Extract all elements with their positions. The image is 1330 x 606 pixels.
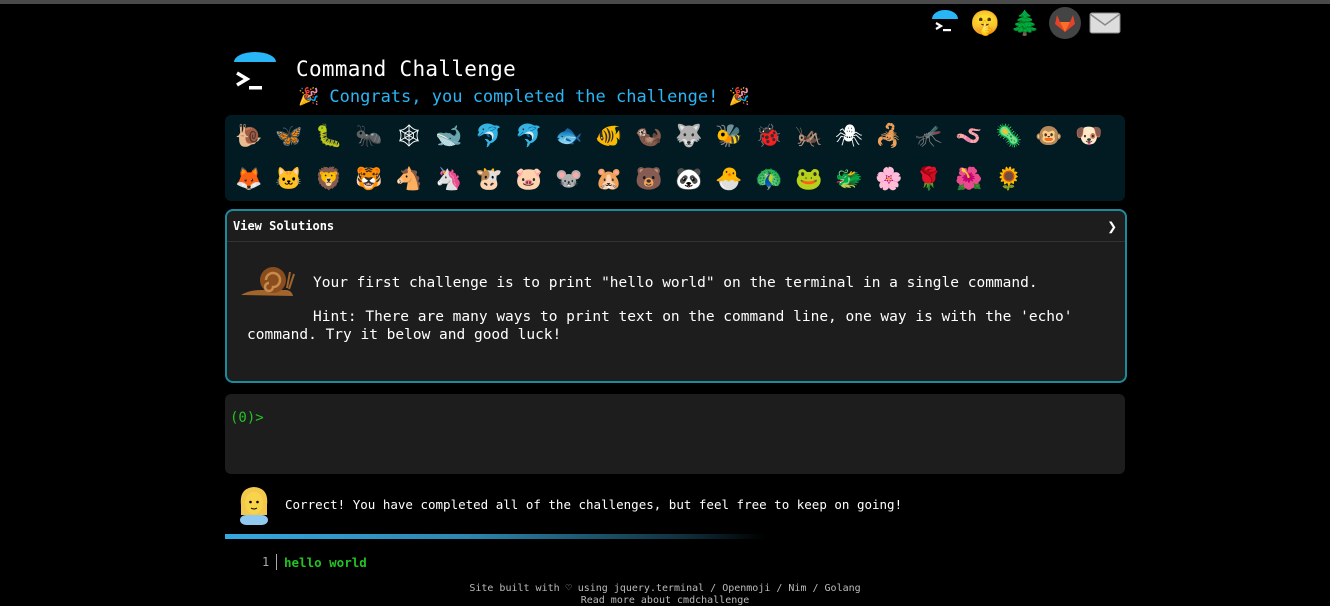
secret-face-icon[interactable]: 🤫	[968, 7, 1002, 39]
history-line-number: 1	[262, 555, 270, 569]
critter-icon[interactable]: 🦄	[429, 160, 469, 198]
critter-icon[interactable]: 🌹	[909, 160, 949, 198]
critter-icon[interactable]: 🐱	[269, 160, 309, 198]
top-border	[0, 0, 1330, 4]
terminal-prompt: (0)>	[230, 410, 264, 426]
critter-icon[interactable]: 🕷	[829, 117, 869, 155]
snail-icon	[239, 263, 295, 299]
critter-icon[interactable]: 🐹	[589, 160, 629, 198]
top-icon-bar: 🤫 🌲	[928, 7, 1122, 39]
critter-icon[interactable]: 🌻	[989, 160, 1029, 198]
critter-row-1: 🐌 🦋 🐛 🐜 🕸 🐋 🐬 🐬 🐟 🐠 🦦 🐺 🐝 🐞 🦗 🕷 🦂 🦟 🪱 🦠 🐵 🐶	[229, 117, 1109, 155]
view-solutions-toggle[interactable]: View Solutions ❯	[227, 211, 1125, 242]
critter-icon[interactable]: 🐶	[1069, 117, 1109, 155]
critter-icon[interactable]: 🐼	[669, 160, 709, 198]
critter-icon[interactable]: 🦗	[789, 117, 829, 155]
terminal[interactable]: (0)>	[225, 394, 1125, 474]
critter-icon[interactable]: 🐬	[509, 117, 549, 155]
terminal-input[interactable]	[265, 408, 1069, 430]
critter-icon[interactable]: 🐭	[549, 160, 589, 198]
critter-icon[interactable]: 🐌	[229, 117, 269, 155]
critter-icon[interactable]: 🐣	[709, 160, 749, 198]
hint-text: Hint: There are many ways to print text …	[247, 309, 1073, 343]
critter-icon[interactable]: 🦟	[909, 117, 949, 155]
critter-icon[interactable]: 🐟	[549, 117, 589, 155]
critter-icon[interactable]: 🐸	[789, 160, 829, 198]
critter-icon[interactable]: 🐛	[309, 117, 349, 155]
chevron-right-icon[interactable]: ❯	[1107, 217, 1117, 236]
challenge-text: Your first challenge is to print "hello …	[313, 275, 1038, 291]
critter-icon[interactable]: 🐴	[389, 160, 429, 198]
history-gutter	[276, 554, 277, 570]
completion-progress-bar	[225, 534, 765, 539]
challenge-panel: View Solutions ❯ Your first challenge is…	[225, 209, 1127, 383]
woman-avatar-icon	[236, 485, 272, 525]
critter-icon[interactable]: 🦦	[629, 117, 669, 155]
envelope-icon[interactable]	[1088, 7, 1122, 39]
critter-icon[interactable]: 🐠	[589, 117, 629, 155]
footer-read-more-link[interactable]: Read more about cmdchallenge	[0, 595, 1330, 606]
critter-icon[interactable]: 🌸	[869, 160, 909, 198]
command-challenge-logo-icon	[232, 52, 278, 100]
critter-icon[interactable]: 🐲	[829, 160, 869, 198]
footer-credits: Site built with ♡ using jquery.terminal …	[469, 583, 861, 594]
critter-icon[interactable]: 🐜	[349, 117, 389, 155]
critter-icon[interactable]: 🐵	[1029, 117, 1069, 155]
critter-icon[interactable]: 🪱	[949, 117, 989, 155]
critter-icon[interactable]: 🦂	[869, 117, 909, 155]
gitlab-icon[interactable]	[1048, 7, 1082, 39]
critter-icon[interactable]: 🌺	[949, 160, 989, 198]
result-message: Correct! You have completed all of the c…	[285, 497, 903, 512]
critter-icon[interactable]: 🦋	[269, 117, 309, 155]
congrats-message: 🎉 Congrats, you completed the challenge!…	[298, 87, 750, 107]
critter-icon[interactable]: 🐺	[669, 117, 709, 155]
critter-icon[interactable]: 🦊	[229, 160, 269, 198]
critter-icon[interactable]: 🐋	[429, 117, 469, 155]
critter-icon[interactable]: 🐞	[749, 117, 789, 155]
critter-icon[interactable]: 🐝	[709, 117, 749, 155]
history-command: hello world	[284, 555, 367, 570]
page-title: Command Challenge	[296, 57, 517, 81]
critter-progress-grid: 🐌 🦋 🐛 🐜 🕸 🐋 🐬 🐬 🐟 🐠 🦦 🐺 🐝 🐞 🦗 🕷 🦂 🦟 🪱 🦠 🐵 🐶 🦊 🐱 🦁 🐯 🐴 🦄 🐮 🐷 🐭 🐹 🐻 🐼 🐣 🦚 🐸 🐲 🌸…	[225, 115, 1125, 201]
critter-icon[interactable]: 🐬	[469, 117, 509, 155]
critter-row-2: 🦊 🐱 🦁 🐯 🐴 🦄 🐮 🐷 🐭 🐹 🐻 🐼 🐣 🦚 🐸 🐲 🌸 🌹 🌺 🌻	[229, 160, 1029, 198]
critter-icon[interactable]: 🦠	[989, 117, 1029, 155]
critter-icon[interactable]: 🐻	[629, 160, 669, 198]
tree-icon[interactable]: 🌲	[1008, 7, 1042, 39]
critter-icon[interactable]: 🐷	[509, 160, 549, 198]
view-solutions-label: View Solutions	[233, 219, 335, 233]
critter-icon[interactable]: 🦚	[749, 160, 789, 198]
critter-icon[interactable]: 🐯	[349, 160, 389, 198]
critter-icon[interactable]: 🕸	[389, 117, 429, 155]
critter-icon[interactable]: 🦁	[309, 160, 349, 198]
terminal-logo-icon[interactable]	[928, 7, 962, 39]
critter-icon[interactable]: 🐮	[469, 160, 509, 198]
